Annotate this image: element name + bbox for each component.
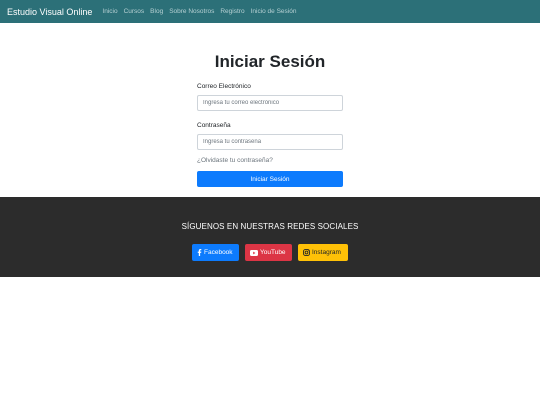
nav-link-sobre-nosotros[interactable]: Sobre Nosotros bbox=[169, 8, 214, 15]
youtube-icon bbox=[250, 249, 258, 256]
facebook-label: Facebook bbox=[204, 249, 233, 256]
facebook-button[interactable]: Facebook bbox=[192, 244, 239, 261]
page-title: Iniciar Sesión bbox=[214, 52, 326, 71]
password-group: Contraseña bbox=[197, 122, 343, 150]
nav-link-registro[interactable]: Registro bbox=[220, 8, 244, 15]
email-label: Correo Electrónico bbox=[197, 83, 251, 90]
facebook-icon bbox=[197, 249, 202, 256]
email-field[interactable] bbox=[197, 95, 343, 111]
password-label: Contraseña bbox=[197, 122, 231, 129]
login-submit-button[interactable]: Iniciar Sesión bbox=[197, 171, 343, 187]
social-buttons: Facebook YouTube Instagram bbox=[0, 244, 540, 261]
instagram-label: Instagram bbox=[312, 249, 341, 256]
nav-link-inicio[interactable]: Inicio bbox=[102, 8, 117, 15]
youtube-button[interactable]: YouTube bbox=[245, 244, 292, 261]
email-group: Correo Electrónico bbox=[197, 83, 343, 111]
password-field[interactable] bbox=[197, 134, 343, 150]
footer: SÍGUENOS EN NUESTRAS REDES SOCIALES Face… bbox=[0, 197, 540, 277]
nav-link-blog[interactable]: Blog bbox=[150, 8, 163, 15]
nav-links: Inicio Cursos Blog Sobre Nosotros Regist… bbox=[102, 8, 302, 15]
instagram-button[interactable]: Instagram bbox=[298, 244, 348, 261]
top-navbar: Estudio Visual Online Inicio Cursos Blog… bbox=[0, 0, 540, 23]
instagram-icon bbox=[303, 249, 310, 256]
brand-logo-text[interactable]: Estudio Visual Online bbox=[7, 7, 92, 17]
youtube-label: YouTube bbox=[260, 249, 286, 256]
login-form: Correo Electrónico Contraseña ¿Olvidaste… bbox=[197, 83, 343, 187]
nav-link-cursos[interactable]: Cursos bbox=[124, 8, 145, 15]
footer-heading: SÍGUENOS EN NUESTRAS REDES SOCIALES bbox=[181, 222, 359, 231]
login-section: Iniciar Sesión Correo Electrónico Contra… bbox=[0, 23, 540, 197]
forgot-password-link[interactable]: ¿Olvidaste tu contraseña? bbox=[197, 157, 343, 164]
nav-link-inicio-de-sesion[interactable]: Inicio de Sesión bbox=[251, 8, 297, 15]
